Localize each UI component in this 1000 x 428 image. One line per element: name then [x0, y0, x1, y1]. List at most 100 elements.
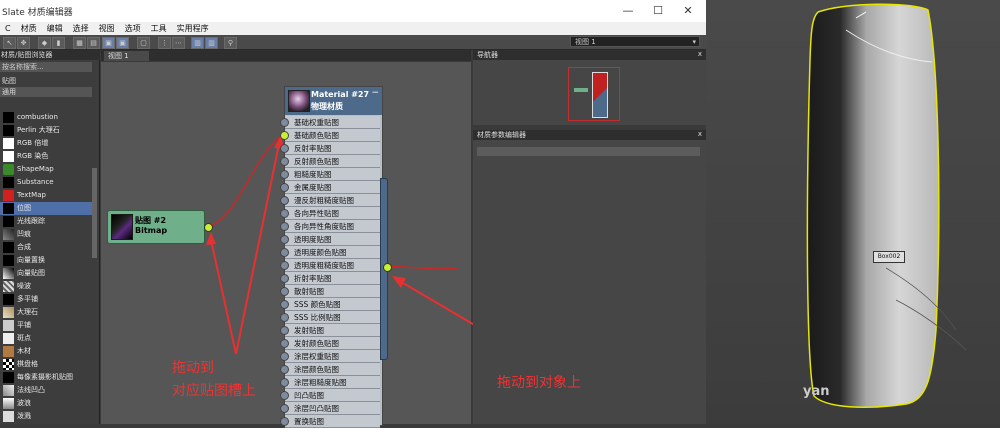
material-slot-label: SSS 颜色贴图: [294, 300, 341, 309]
wire-material-out: [386, 265, 459, 270]
slot-input-socket[interactable]: [280, 417, 289, 426]
slot-input-socket[interactable]: [280, 287, 289, 296]
material-slot-label: 透明度粗糙度贴图: [294, 261, 354, 270]
material-slot-label: 涂层颜色贴图: [294, 365, 339, 374]
material-slot-label: 折射率贴图: [294, 274, 332, 283]
material-slot-label: 发射贴图: [294, 326, 324, 335]
material-slot[interactable]: 反射率贴图: [280, 142, 380, 155]
material-slot[interactable]: 折射率贴图: [280, 272, 380, 285]
material-slot[interactable]: 发射贴图: [280, 324, 380, 337]
material-thumbnail: [288, 90, 310, 112]
material-slot[interactable]: 基础颜色贴图: [280, 129, 380, 142]
slot-input-socket[interactable]: [280, 248, 289, 257]
annotation-drag-to: 拖动到: [172, 360, 214, 376]
watermark: yan: [803, 384, 830, 399]
material-node-title: Material #27: [311, 90, 370, 99]
material-node[interactable]: Material #27 物理材质 − 基础权重贴图 基础颜色贴图反射率贴图反射颜…: [280, 86, 383, 428]
slot-input-socket[interactable]: [280, 391, 289, 400]
material-slot-label: 粗糙度贴图: [294, 170, 332, 179]
material-slot[interactable]: 各向异性角度贴图: [280, 220, 380, 233]
material-slot[interactable]: 透明度贴图: [280, 233, 380, 246]
arrow-to-slot: [235, 143, 280, 355]
navigator-material-mini: [592, 72, 608, 118]
material-slot[interactable]: 涂层权重贴图: [280, 350, 380, 363]
bitmap-node-title: 贴图 #2: [135, 216, 167, 225]
slot-input-socket[interactable]: [280, 339, 289, 348]
material-slot[interactable]: 透明度粗糙度贴图: [280, 259, 380, 272]
bitmap-output-socket[interactable]: [204, 223, 213, 232]
material-slot-label: 反射颜色贴图: [294, 157, 339, 166]
material-slot-label: 基础权重贴图: [294, 118, 339, 127]
navigator-panel: 导航器 x: [473, 50, 706, 125]
slot-input-socket[interactable]: [280, 352, 289, 361]
material-output-socket[interactable]: [383, 263, 392, 272]
arrow-to-bitmap: [210, 239, 237, 355]
slot-input-socket[interactable]: [280, 170, 289, 179]
slot-input-socket[interactable]: [280, 326, 289, 335]
material-slot-label: 透明度贴图: [294, 235, 332, 244]
slot-input-socket[interactable]: [280, 196, 289, 205]
material-slot-label: 发射颜色贴图: [294, 339, 339, 348]
slot-input-socket[interactable]: [280, 300, 289, 309]
material-slot[interactable]: 散射贴图: [280, 285, 380, 298]
material-slot-label: 凹凸贴图: [294, 391, 324, 400]
slot-input-socket[interactable]: [280, 378, 289, 387]
navigator-header: 导航器: [473, 50, 706, 60]
material-slot[interactable]: 置换贴图: [280, 415, 380, 428]
material-slot[interactable]: 涂层颜色贴图: [280, 363, 380, 376]
arrow-head-bitmap: [206, 232, 216, 245]
bitmap-thumbnail: [111, 214, 133, 240]
material-slot[interactable]: 凹凸贴图: [280, 389, 380, 402]
material-slot-label: 散射贴图: [294, 287, 324, 296]
material-slot[interactable]: 涂层粗糙度贴图: [280, 376, 380, 389]
box002-object[interactable]: [706, 0, 1000, 424]
slot-input-socket[interactable]: [280, 365, 289, 374]
material-slot[interactable]: 漫反射粗糙度贴图: [280, 194, 380, 207]
mpe-rollout-bar[interactable]: [477, 147, 700, 156]
material-node-type: 物理材质: [311, 102, 343, 111]
navigator-view-frame[interactable]: [568, 67, 620, 121]
material-node-header[interactable]: Material #27 物理材质 −: [285, 87, 382, 115]
slot-input-socket[interactable]: [280, 209, 289, 218]
slot-input-socket[interactable]: [280, 131, 289, 140]
slot-input-socket[interactable]: [280, 274, 289, 283]
material-slot-label: 置换贴图: [294, 417, 324, 426]
material-slot[interactable]: SSS 比例贴图: [280, 311, 380, 324]
material-slot[interactable]: 基础权重贴图: [280, 116, 380, 129]
material-slot-label: SSS 比例贴图: [294, 313, 341, 322]
slot-input-socket[interactable]: [280, 404, 289, 413]
material-slot-label: 各向异性角度贴图: [294, 222, 354, 231]
3d-viewport[interactable]: [706, 0, 1000, 424]
slot-input-socket[interactable]: [280, 157, 289, 166]
material-slot-label: 涂层凹凸贴图: [294, 404, 339, 413]
material-slot[interactable]: 发射颜色贴图: [280, 337, 380, 350]
material-slot[interactable]: 反射颜色贴图: [280, 155, 380, 168]
mpe-header: 材质参数编辑器: [473, 130, 706, 140]
navigator-close-icon[interactable]: x: [698, 50, 702, 58]
bitmap-node-type: Bitmap: [135, 226, 168, 235]
material-slot-label: 涂层粗糙度贴图: [294, 378, 347, 387]
material-slot[interactable]: SSS 颜色贴图: [280, 298, 380, 311]
bitmap-node[interactable]: 贴图 #2 Bitmap: [107, 210, 205, 244]
slot-input-socket[interactable]: [280, 118, 289, 127]
object-label: Box002: [873, 251, 905, 263]
material-slot[interactable]: 粗糙度贴图: [280, 168, 380, 181]
slot-input-socket[interactable]: [280, 313, 289, 322]
slot-input-socket[interactable]: [280, 261, 289, 270]
material-slot-label: 各向异性贴图: [294, 209, 339, 218]
slot-input-socket[interactable]: [280, 183, 289, 192]
slot-input-socket[interactable]: [280, 222, 289, 231]
material-slot[interactable]: 透明度颜色贴图: [280, 246, 380, 259]
navigator-bitmap-mini: [574, 88, 588, 92]
annotation-drag-to-object: 拖动到对象上: [497, 375, 581, 391]
material-slot[interactable]: 金属度贴图: [280, 181, 380, 194]
annotation-map-slot: 对应贴图槽上: [172, 383, 256, 399]
mpe-close-icon[interactable]: x: [698, 130, 702, 138]
material-slot-label: 基础颜色贴图: [294, 131, 339, 140]
material-slot[interactable]: 各向异性贴图: [280, 207, 380, 220]
material-slot[interactable]: 涂层凹凸贴图: [280, 402, 380, 415]
collapse-button[interactable]: −: [371, 88, 379, 98]
slot-input-socket[interactable]: [280, 144, 289, 153]
material-slot-label: 金属度贴图: [294, 183, 332, 192]
slot-input-socket[interactable]: [280, 235, 289, 244]
